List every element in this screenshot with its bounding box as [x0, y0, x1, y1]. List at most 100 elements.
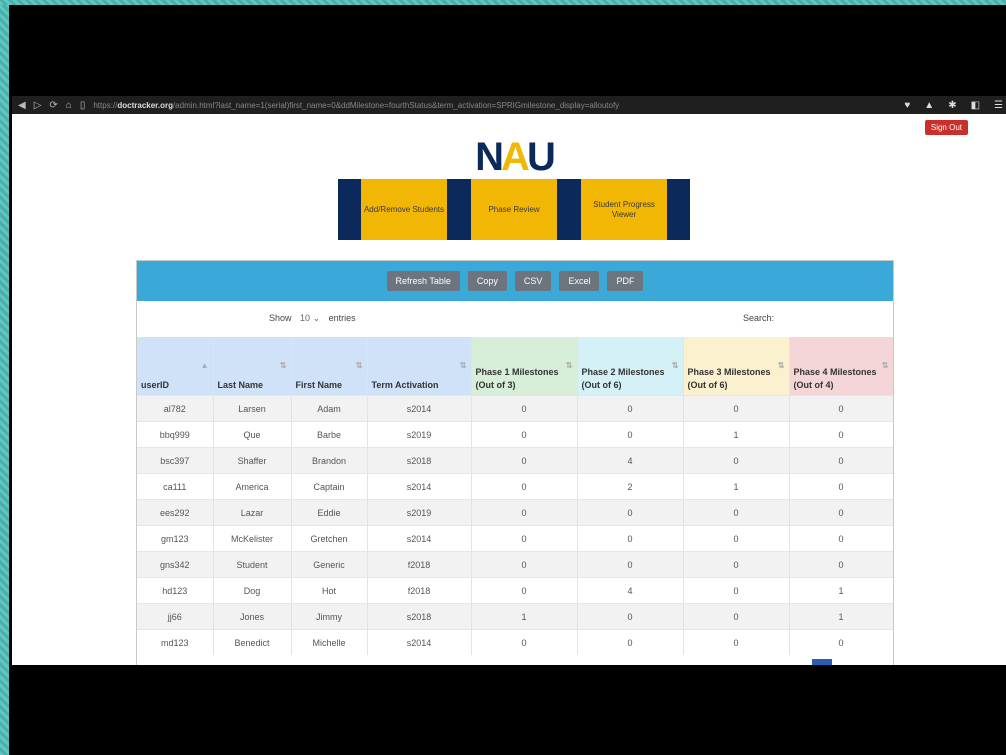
column-header-phase-4[interactable]: Phase 4 Milestones (Out of 4) ⇅	[789, 337, 893, 396]
column-label: Phase 4 Milestones (Out of 4)	[793, 367, 877, 390]
home-icon[interactable]: ⌂	[66, 100, 72, 111]
show-label: Show	[269, 313, 292, 323]
column-label: Term Activation	[371, 380, 439, 390]
chevron-down-icon: ⌄	[312, 313, 321, 323]
forward-icon[interactable]: ▷	[34, 100, 42, 111]
decorative-frame-left	[0, 0, 9, 755]
table-cell: 0	[789, 473, 893, 500]
table-cell: 0	[683, 395, 790, 422]
table-cell: Hot	[291, 577, 368, 604]
extension-icon[interactable]: ♥	[901, 100, 913, 111]
refresh-table-button[interactable]: Refresh Table	[386, 271, 460, 291]
sort-icon: ▲	[200, 361, 209, 370]
logo-letter-n: N	[475, 135, 504, 179]
table-cell: Jimmy	[291, 603, 368, 630]
column-label: Phase 1 Milestones (Out of 3)	[475, 367, 559, 390]
nav-phase-review[interactable]: Phase Review	[471, 179, 557, 240]
table-cell: 0	[789, 421, 893, 448]
table-cell: 0	[683, 551, 790, 578]
table-row[interactable]: jj66 Jones Jimmy s2018 1 0 0 1	[137, 603, 893, 630]
csv-button[interactable]: CSV	[514, 271, 552, 291]
table-cell: 0	[471, 525, 578, 552]
nau-logo: NAU	[464, 136, 564, 178]
table-cell: 0	[789, 395, 893, 422]
column-header-phase-2[interactable]: Phase 2 Milestones (Out of 6) ⇅	[577, 337, 684, 396]
table-cell: s2014	[367, 473, 472, 500]
table-cell: 4	[577, 577, 684, 604]
table-cell: 0	[683, 603, 790, 630]
table-cell: 0	[789, 629, 893, 655]
column-label: userID	[141, 380, 170, 390]
window-icon[interactable]: ◧	[968, 100, 983, 111]
column-header-phase-3[interactable]: Phase 3 Milestones (Out of 6) ⇅	[683, 337, 790, 396]
column-label: Last Name	[217, 380, 264, 390]
address-bar[interactable]: https://doctracker.org/admin.html?last_n…	[93, 101, 893, 110]
table-row[interactable]: al782 Larsen Adam s2014 0 0 0 0	[137, 395, 893, 422]
copy-button[interactable]: Copy	[467, 271, 507, 291]
column-header-phase-1[interactable]: Phase 1 Milestones (Out of 3) ⇅	[471, 337, 578, 396]
entries-select[interactable]: 10 ⌄	[300, 313, 320, 324]
pdf-button[interactable]: PDF	[607, 271, 644, 291]
sort-icon: ⇅	[777, 361, 785, 370]
table-cell: Que	[213, 421, 292, 448]
table-cell: Lazar	[213, 499, 292, 526]
table-controls: Show 10 ⌄ entries Search:	[137, 301, 893, 337]
back-icon[interactable]: ◀	[18, 100, 26, 111]
table-cell: 0	[471, 473, 578, 500]
table-cell: 0	[683, 499, 790, 526]
sign-out-button[interactable]: Sign Out	[924, 120, 968, 135]
entries-length-control: Show 10 ⌄ entries	[269, 313, 356, 324]
table-cell: 0	[577, 421, 684, 448]
table-cell: bsc397	[137, 447, 214, 474]
table-cell: s2014	[367, 629, 472, 655]
sort-icon: ⇅	[565, 361, 573, 370]
table-cell: 0	[789, 499, 893, 526]
table-cell: Generic	[291, 551, 368, 578]
web-page: Sign Out NAU Add/Remove Students Phase R…	[12, 114, 1006, 665]
bookmark-icon[interactable]: ▯	[80, 100, 86, 111]
column-header-userid[interactable]: userID ▲	[137, 337, 214, 396]
table-cell: al782	[137, 395, 214, 422]
profile-icon[interactable]: ▲	[921, 100, 937, 111]
table-cell: hd123	[137, 577, 214, 604]
table-cell: 4	[577, 447, 684, 474]
table-cell: gm123	[137, 525, 214, 552]
table-row[interactable]: gm123 McKelister Gretchen s2014 0 0 0 0	[137, 525, 893, 552]
menu-icon[interactable]: ☰	[991, 100, 1006, 111]
table-row[interactable]: md123 Benedict Michelle s2014 0 0 0 0	[137, 629, 893, 655]
table-cell: md123	[137, 629, 214, 655]
table-row[interactable]: bbq999 Que Barbe s2019 0 0 1 0	[137, 421, 893, 448]
table-row[interactable]: bsc397 Shaffer Brandon s2018 0 4 0 0	[137, 447, 893, 474]
nav-add-remove-students[interactable]: Add/Remove Students	[361, 179, 447, 240]
milestone-table-card: Refresh Table Copy CSV Excel PDF Show 10…	[136, 260, 894, 665]
puzzle-icon[interactable]: ✱	[945, 100, 959, 111]
nav-student-progress-viewer[interactable]: Student Progress Viewer	[581, 179, 667, 240]
table-row[interactable]: ca111 America Captain s2014 0 2 1 0	[137, 473, 893, 500]
reload-icon[interactable]: ⟳	[49, 100, 57, 111]
table-cell: gns342	[137, 551, 214, 578]
table-cell: Benedict	[213, 629, 292, 655]
url-path: /admin.html?last_name=1(serial)first_nam…	[172, 100, 620, 110]
search-label: Search:	[743, 313, 775, 323]
table-row[interactable]: gns342 Student Generic f2018 0 0 0 0	[137, 551, 893, 578]
table-cell: bbq999	[137, 421, 214, 448]
table-row[interactable]: hd123 Dog Hot f2018 0 4 0 1	[137, 577, 893, 604]
table-cell: s2019	[367, 499, 472, 526]
main-nav: Add/Remove Students Phase Review Student…	[338, 179, 690, 240]
search-control[interactable]: Search:	[743, 313, 774, 323]
table-cell: Captain	[291, 473, 368, 500]
table-cell: America	[213, 473, 292, 500]
table-cell: s2014	[367, 395, 472, 422]
column-header-last-name[interactable]: Last Name ⇅	[213, 337, 292, 396]
column-header-term-activation[interactable]: Term Activation ⇅	[367, 337, 472, 396]
table-cell: s2018	[367, 603, 472, 630]
table-toolbar: Refresh Table Copy CSV Excel PDF	[137, 261, 893, 301]
table-cell: 1	[683, 473, 790, 500]
pagination-current-page[interactable]	[812, 659, 832, 665]
excel-button[interactable]: Excel	[559, 271, 600, 291]
table-body: al782 Larsen Adam s2014 0 0 0 0 bbq999 Que Barbe s2…	[137, 395, 893, 655]
table-cell: Adam	[291, 395, 368, 422]
logo-letter-a: A	[501, 135, 530, 179]
column-header-first-name[interactable]: First Name ⇅	[291, 337, 368, 396]
table-row[interactable]: ees292 Lazar Eddie s2019 0 0 0 0	[137, 499, 893, 526]
